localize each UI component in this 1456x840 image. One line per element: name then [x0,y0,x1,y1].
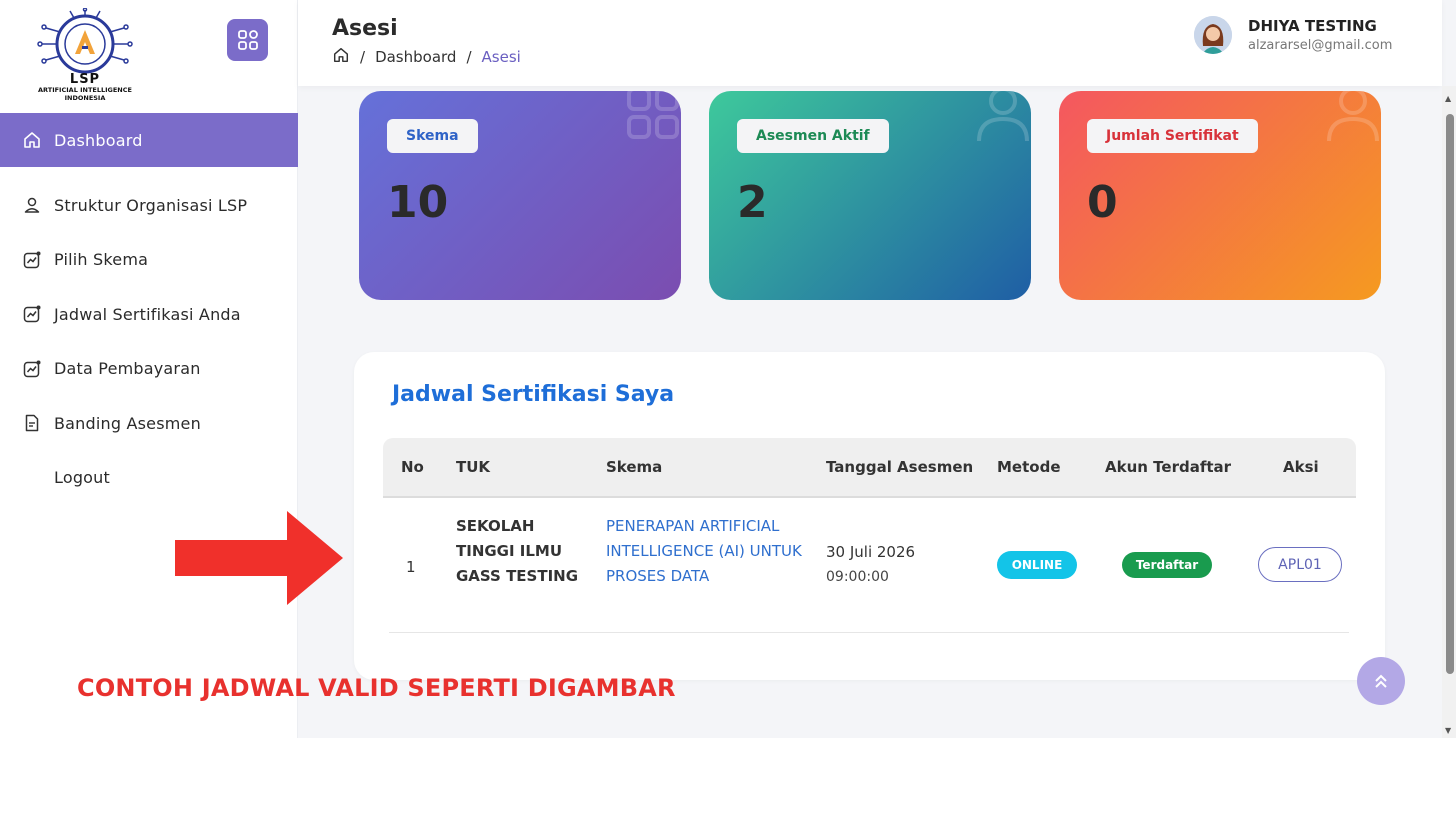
card-value: 10 [387,177,449,228]
grid-icon [237,30,258,50]
sidebar-item-label: Jadwal Sertifikasi Anda [54,304,241,324]
card-label: Skema [387,119,478,153]
chart-icon [22,359,42,379]
cell-tuk: SEKOLAH TINGGI ILMU GASS TESTING [456,517,579,585]
annotation-text: CONTOH JADWAL VALID SEPERTI DIGAMBAR [77,674,676,702]
breadcrumb-dashboard[interactable]: Dashboard [375,48,456,66]
logo-text: LSP [69,72,101,87]
sidebar-item-label: Pilih Skema [54,250,149,270]
lsp-logo[interactable]: LSP ARTIFICIAL INTELLIGENCE INDONESIA [34,7,136,104]
logout-icon [22,468,42,488]
breadcrumb-separator: / [466,48,472,66]
cell-time: 09:00:00 [826,569,889,585]
document-icon [22,413,42,433]
chart-icon [22,304,42,324]
chevron-double-up-icon [1375,674,1387,688]
menu-toggle-button[interactable] [227,19,268,61]
sidebar-item-logout[interactable]: Logout [0,451,298,506]
top-bar: Asesi / Dashboard / Asesi DHIYA TESTING [298,0,1442,86]
sidebar-item-label: Struktur Organisasi LSP [54,195,248,215]
card-value: 2 [737,177,768,228]
sidebar-item-struktur-organisasi[interactable]: Struktur Organisasi LSP [0,178,298,233]
sidebar-item-pilih-skema[interactable]: Pilih Skema [0,233,298,288]
column-header-no: No [401,458,424,476]
cell-date: 30 Juli 2026 [826,543,916,561]
sidebar-item-label: Dashboard [54,130,143,150]
stat-card-skema[interactable]: Skema 10 [359,91,681,300]
breadcrumb-current: Asesi [481,48,521,66]
stat-card-jumlah-sertifikat[interactable]: Jumlah Sertifikat 0 [1059,91,1381,300]
sidebar-item-jadwal-sertifikasi[interactable]: Jadwal Sertifikasi Anda [0,287,298,342]
app-window: LSP ARTIFICIAL INTELLIGENCE INDONESIA Da… [0,0,1456,738]
page-title: Asesi [332,16,398,41]
panel-title: Jadwal Sertifikasi Saya [392,382,675,407]
card-label: Asesmen Aktif [737,119,889,153]
status-badge-akun: Terdaftar [1122,552,1212,578]
scroll-thumb[interactable] [1446,114,1454,674]
sidebar-item-label: Logout [54,468,110,488]
column-header-skema: Skema [606,458,663,476]
column-header-aksi: Aksi [1283,458,1319,476]
home-icon[interactable] [332,46,350,68]
sidebar-nav: Dashboard Struktur Organisasi LSP Pilih … [0,113,298,505]
grid-icon [627,91,679,139]
avatar[interactable] [1194,16,1232,54]
column-header-tanggal: Tanggal Asesmen [826,458,974,476]
cell-tanggal: 30 Juli 2026 09:00:00 [826,540,915,590]
column-header-akun: Akun Terdaftar [1105,458,1232,476]
scroll-up-arrow[interactable]: ▲ [1445,94,1451,103]
sidebar-item-label: Data Pembayaran [54,359,201,379]
sidebar: LSP ARTIFICIAL INTELLIGENCE INDONESIA Da… [0,0,298,738]
table-header: No TUK Skema Tanggal Asesmen Metode Akun… [383,438,1356,498]
sidebar-item-label: Banding Asesmen [54,413,201,433]
user-menu[interactable]: DHIYA TESTING alzararsel@gmail.com [1194,16,1392,54]
jadwal-panel: Jadwal Sertifikasi Saya No TUK Skema Tan… [354,352,1385,680]
user-icon [977,91,1029,142]
card-label: Jumlah Sertifikat [1087,119,1258,153]
arrow-right-icon [175,511,343,605]
scroll-down-arrow[interactable]: ▼ [1445,726,1451,735]
status-badge-metode: ONLINE [997,551,1077,579]
breadcrumb: / Dashboard / Asesi [332,46,521,68]
sidebar-item-data-pembayaran[interactable]: Data Pembayaran [0,342,298,397]
page-scrollbar[interactable]: ▲ ▼ [1442,86,1456,738]
sidebar-item-banding-asesmen[interactable]: Banding Asesmen [0,396,298,451]
table-row: 1 SEKOLAH TINGGI ILMU GASS TESTING PENER… [389,498,1349,633]
cell-skema-link[interactable]: PENERAPAN ARTIFICIAL INTELLIGENCE (AI) U… [606,514,806,589]
user-icon [1327,91,1379,142]
chart-icon [22,250,42,270]
cell-no: 1 [406,558,416,576]
card-value: 0 [1087,177,1118,228]
user-icon [22,195,42,215]
scroll-to-top-button[interactable] [1357,657,1405,705]
logo-subtext: ARTIFICIAL INTELLIGENCE INDONESIA [38,86,132,102]
home-icon [22,130,42,150]
apl01-button[interactable]: APL01 [1258,547,1342,582]
sidebar-item-dashboard[interactable]: Dashboard [0,113,298,167]
stat-card-asesmen-aktif[interactable]: Asesmen Aktif 2 [709,91,1031,300]
user-email: alzararsel@gmail.com [1248,38,1393,53]
user-name: DHIYA TESTING [1248,17,1377,35]
column-header-metode: Metode [997,458,1061,476]
breadcrumb-separator: / [360,48,366,66]
column-header-tuk: TUK [456,458,491,476]
